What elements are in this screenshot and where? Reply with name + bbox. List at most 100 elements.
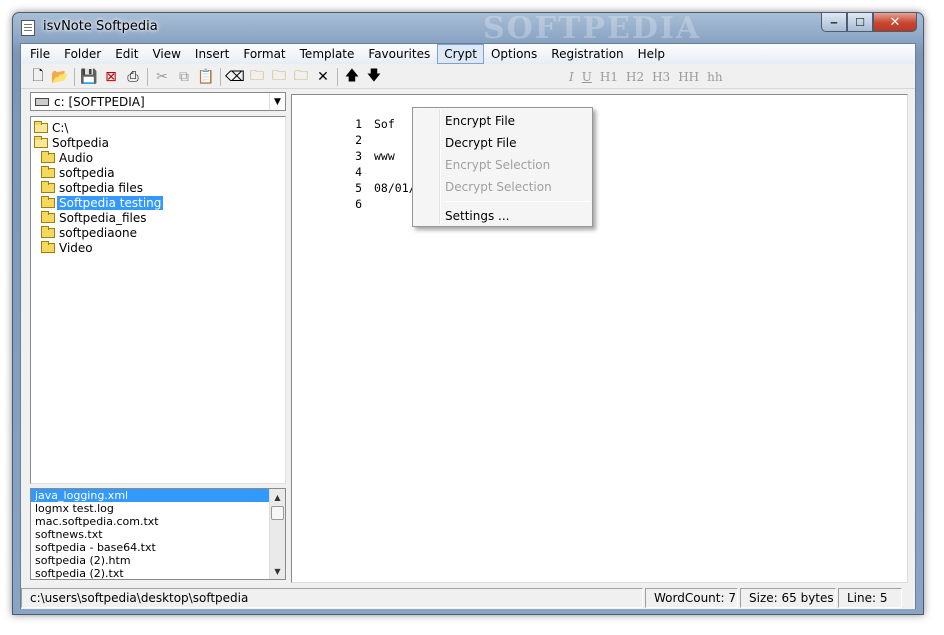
- tree-item-label: Softpedia: [52, 135, 109, 150]
- menu-file[interactable]: File: [23, 44, 57, 64]
- tree-item[interactable]: Softpedia_files: [31, 210, 285, 225]
- window-title: isvNote Softpedia: [43, 19, 158, 34]
- menu-template[interactable]: Template: [293, 44, 362, 64]
- editor-line: 6: [350, 196, 374, 212]
- folder-tree: C:\ Softpedia Audio softpedia softpedia file…: [30, 116, 286, 484]
- drive-select[interactable]: c: [SOFTPEDIA] ▼: [30, 92, 286, 111]
- hh-upper-button[interactable]: HH: [674, 70, 703, 84]
- arrow-down-icon[interactable]: 🡇: [363, 67, 385, 87]
- maximize-button[interactable]: ☐: [847, 13, 873, 32]
- close-button[interactable]: ✕: [873, 13, 917, 32]
- file-list-item[interactable]: logmx test.log: [31, 502, 269, 515]
- heading3-button[interactable]: H3: [648, 70, 674, 84]
- tree-item[interactable]: C:\: [31, 120, 285, 135]
- menu-crypt[interactable]: Crypt: [437, 44, 484, 64]
- tree-item-label: softpedia files: [59, 180, 143, 195]
- crypt-menu-decrypt-file[interactable]: Decrypt File: [415, 132, 590, 154]
- line-text: www: [374, 149, 395, 163]
- scroll-up-icon[interactable]: ▲: [270, 489, 285, 505]
- tree-item[interactable]: Softpedia testing: [31, 195, 285, 210]
- hh-lower-button[interactable]: hh: [703, 70, 726, 84]
- folder-icon: [41, 210, 55, 223]
- menu-edit[interactable]: Edit: [108, 44, 145, 64]
- arrow-up-icon[interactable]: 🡅: [341, 67, 363, 87]
- file-list-item[interactable]: mac.softpedia.com.txt: [31, 515, 269, 528]
- tree-item-label: Softpedia_files: [59, 210, 147, 225]
- client-area: File Folder Edit View Insert Format Temp…: [20, 43, 916, 609]
- minimize-button[interactable]: ‒: [821, 13, 847, 32]
- open-folder-icon[interactable]: 📂: [49, 67, 71, 87]
- underline-button[interactable]: U: [578, 70, 596, 84]
- chevron-down-icon[interactable]: ▼: [269, 93, 285, 110]
- folder-out-icon[interactable]: 🗀: [268, 67, 290, 87]
- caption-buttons: ‒ ☐ ✕: [821, 13, 917, 32]
- delete-icon[interactable]: ✕: [312, 67, 334, 87]
- toolbar-separator: [147, 67, 148, 86]
- crypt-dropdown-menu: Encrypt File Decrypt File Encrypt Selectio…: [412, 107, 593, 227]
- menu-insert[interactable]: Insert: [188, 44, 236, 64]
- tree-item[interactable]: Softpedia: [31, 135, 285, 150]
- file-list-item[interactable]: softpedia - base64.txt: [31, 541, 269, 554]
- tree-item[interactable]: softpedia: [31, 165, 285, 180]
- app-icon[interactable]: [21, 20, 35, 36]
- crypt-menu-settings[interactable]: Settings ...: [415, 205, 590, 227]
- folder-icon: [41, 195, 55, 208]
- heading2-button[interactable]: H2: [622, 70, 648, 84]
- italic-button[interactable]: I: [565, 70, 578, 84]
- crypt-menu-encrypt-file[interactable]: Encrypt File: [415, 110, 590, 132]
- tree-item[interactable]: Audio: [31, 150, 285, 165]
- line-number: 1: [355, 117, 362, 131]
- scroll-thumb[interactable]: [271, 506, 284, 520]
- drive-icon: [35, 97, 49, 106]
- title-bar[interactable]: isvNote Softpedia SOFTPEDIA ‒ ☐ ✕: [13, 11, 923, 46]
- copy-icon[interactable]: ⧉: [173, 67, 195, 87]
- tree-item[interactable]: Video: [31, 240, 285, 255]
- menu-options[interactable]: Options: [484, 44, 544, 64]
- heading1-button[interactable]: H1: [596, 70, 622, 84]
- folder-open-icon: [34, 120, 48, 133]
- print-icon[interactable]: ⎙: [122, 67, 144, 87]
- file-list-item[interactable]: softnews.txt: [31, 528, 269, 541]
- line-number: 6: [355, 197, 362, 211]
- file-list-item[interactable]: java_logging.xml: [31, 489, 269, 502]
- tree-item[interactable]: softpediaone: [31, 225, 285, 240]
- file-list-item[interactable]: softpedia (2).txt: [31, 567, 269, 579]
- paste-icon[interactable]: 📋: [195, 67, 217, 87]
- scroll-down-icon[interactable]: ▼: [270, 563, 285, 579]
- toolbar-separator: [74, 67, 75, 86]
- tree-item-label: C:\: [52, 120, 69, 135]
- menu-separator: [445, 201, 590, 202]
- folder-up-icon[interactable]: 🗀: [290, 67, 312, 87]
- tree-item-label: Softpedia testing: [57, 195, 164, 210]
- text-editor[interactable]: 1Sof23www4508/01/2013 2:46:55 PM6: [291, 94, 908, 583]
- crypt-menu-decrypt-selection: Decrypt Selection: [445, 180, 552, 194]
- status-path: c:\users\softpedia\desktop\softpedia: [21, 588, 643, 608]
- toolbar: 🗋 📂 💾 ⊠ ⎙ ✂ ⧉ 📋 ⌫ 🗀 🗀 🗀 ✕ 🡅 🡇 I U H1 H2 …: [21, 65, 915, 89]
- eraser-icon[interactable]: ⌫: [224, 67, 246, 87]
- file-list-scrollbar[interactable]: ▲ ▼: [269, 489, 285, 579]
- line-text: Sof: [374, 117, 395, 131]
- menu-folder[interactable]: Folder: [57, 44, 108, 64]
- tree-item-label: softpediaone: [59, 225, 137, 240]
- drive-select-value: c: [SOFTPEDIA]: [54, 94, 145, 109]
- tree-item-label: Video: [59, 240, 93, 255]
- title-watermark: SOFTPEDIA: [483, 11, 702, 46]
- app-window: isvNote Softpedia SOFTPEDIA ‒ ☐ ✕ File F…: [12, 11, 924, 615]
- save-icon[interactable]: 💾: [78, 67, 100, 87]
- close-file-icon[interactable]: ⊠: [100, 67, 122, 87]
- editor-line: 4: [350, 164, 374, 180]
- line-number: 2: [355, 133, 362, 147]
- menu-favourites[interactable]: Favourites: [361, 44, 437, 64]
- toolbar-separator: [337, 67, 338, 86]
- menu-format[interactable]: Format: [236, 44, 292, 64]
- menu-help[interactable]: Help: [631, 44, 672, 64]
- status-bar: c:\users\softpedia\desktop\softpedia Wor…: [21, 587, 915, 609]
- toolbar-separator: [220, 67, 221, 86]
- cut-icon[interactable]: ✂: [151, 67, 173, 87]
- menu-registration[interactable]: Registration: [544, 44, 630, 64]
- file-list-item[interactable]: softpedia (2).htm: [31, 554, 269, 567]
- menu-view[interactable]: View: [145, 44, 187, 64]
- folder-in-icon[interactable]: 🗀: [246, 67, 268, 87]
- new-file-icon[interactable]: 🗋: [27, 67, 49, 87]
- tree-item[interactable]: softpedia files: [31, 180, 285, 195]
